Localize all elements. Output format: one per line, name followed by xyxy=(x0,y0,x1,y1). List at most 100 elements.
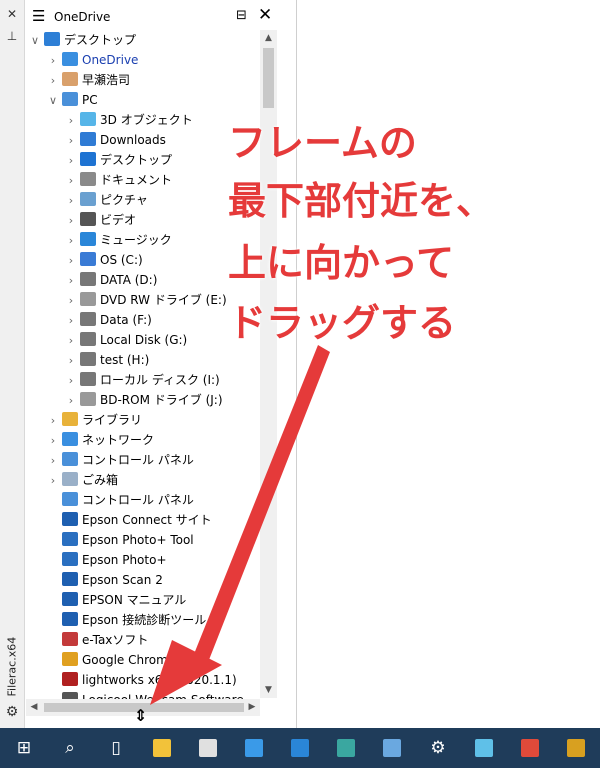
taskbar: ⊞ ⌕ ▯ ⚙ xyxy=(0,728,600,768)
search-button[interactable]: ⌕ xyxy=(54,732,86,764)
pin-icon[interactable]: ⊥ xyxy=(4,28,20,44)
tree-item[interactable]: › test (H:) xyxy=(64,350,149,370)
chrome-app[interactable] xyxy=(514,732,546,764)
chevron-right-icon[interactable]: › xyxy=(64,211,78,231)
tree-item[interactable]: › コントロール パネル xyxy=(46,450,194,470)
tree-item[interactable]: Epson 接続診断ツール xyxy=(46,610,206,630)
edge-app[interactable] xyxy=(330,732,362,764)
tree-item[interactable]: EPSON マニュアル xyxy=(46,590,186,610)
chevron-right-icon[interactable]: › xyxy=(64,151,78,171)
scroll-right-icon[interactable]: ▶ xyxy=(244,699,260,716)
chevron-right-icon[interactable]: › xyxy=(64,191,78,211)
tree-item-icon xyxy=(62,632,78,646)
tree-item[interactable]: › 早瀬浩司 xyxy=(46,70,130,90)
tree-item[interactable]: › ピクチャ xyxy=(64,190,148,210)
chevron-right-icon[interactable]: › xyxy=(46,71,60,91)
tree-item[interactable]: › デスクトップ xyxy=(64,150,172,170)
tree-item[interactable]: › BD-ROM ドライブ (J:) xyxy=(64,390,223,410)
tree-item[interactable]: Epson Connect サイト xyxy=(46,510,212,530)
pane-header: ☰ OneDrive ⊟ ✕ xyxy=(26,4,296,28)
chevron-right-icon[interactable]: › xyxy=(64,111,78,131)
chevron-right-icon[interactable]: › xyxy=(64,311,78,331)
tree-item[interactable]: Epson Photo+ xyxy=(46,550,167,570)
chevron-down-icon[interactable]: ∨ xyxy=(28,31,42,51)
tree-item[interactable]: › ネットワーク xyxy=(46,430,154,450)
chevron-right-icon[interactable]: › xyxy=(64,271,78,291)
tree-item-label: test (H:) xyxy=(100,353,150,367)
chevron-right-icon[interactable]: › xyxy=(46,471,60,491)
resize-vertical-icon[interactable]: ⇕ xyxy=(134,708,147,724)
store-app[interactable] xyxy=(192,732,224,764)
tree-item[interactable]: › ライブラリ xyxy=(46,410,142,430)
tree-item-icon xyxy=(80,292,96,306)
settings-app[interactable]: ⚙ xyxy=(422,732,454,764)
mail-app[interactable] xyxy=(284,732,316,764)
chevron-right-icon[interactable]: › xyxy=(64,171,78,191)
chevron-right-icon[interactable]: › xyxy=(64,291,78,311)
scroll-left-icon[interactable]: ◀ xyxy=(26,699,42,716)
chevron-right-icon[interactable]: › xyxy=(46,51,60,71)
tree-item[interactable]: › ごみ箱 xyxy=(46,470,118,490)
tree-item[interactable]: › ドキュメント xyxy=(64,170,172,190)
game-app[interactable] xyxy=(560,732,592,764)
tree-item-icon xyxy=(80,132,96,146)
tree-item[interactable]: ∨ PC xyxy=(46,90,98,110)
chevron-right-icon[interactable]: › xyxy=(64,251,78,271)
folder-tree: ∨ デスクトップ › OneDrive › 早瀬浩司 ∨ PC › 3D オブジェクト › Downl… xyxy=(26,30,260,700)
gear-icon[interactable]: ⚙ xyxy=(4,704,20,720)
chevron-right-icon[interactable]: › xyxy=(64,231,78,251)
chevron-right-icon[interactable]: › xyxy=(46,411,60,431)
recycle-app[interactable] xyxy=(468,732,500,764)
tree-item[interactable]: › OS (C:) xyxy=(64,250,143,270)
tree-item[interactable]: コントロール パネル xyxy=(46,490,194,510)
tree-item-icon xyxy=(80,392,96,406)
tree-item-label: Epson 接続診断ツール xyxy=(82,613,207,627)
tree-item[interactable]: › DVD RW ドライブ (E:) xyxy=(64,290,227,310)
tree-item[interactable]: › Local Disk (G:) xyxy=(64,330,187,350)
chevron-right-icon[interactable]: › xyxy=(46,431,60,451)
control-app[interactable] xyxy=(376,732,408,764)
chevron-right-icon[interactable]: › xyxy=(64,131,78,151)
tree-item[interactable]: › Downloads xyxy=(64,130,166,150)
chevron-down-icon[interactable]: ∨ xyxy=(46,91,60,111)
tree-item[interactable]: › ミュージック xyxy=(64,230,172,250)
side-toolbar: ✕ ⊥ Filerac.x64 ⚙ xyxy=(0,0,25,728)
game-app-icon xyxy=(567,739,585,757)
hamburger-icon[interactable]: ☰ xyxy=(32,8,45,24)
tree-item-icon xyxy=(62,452,78,466)
tree-item[interactable]: Epson Scan 2 xyxy=(46,570,163,590)
file-explorer-app[interactable] xyxy=(146,732,178,764)
tree-item[interactable]: › Data (F:) xyxy=(64,310,152,330)
scroll-thumb[interactable] xyxy=(263,48,274,108)
phone-app[interactable] xyxy=(238,732,270,764)
tree-item[interactable]: Google Chrome xyxy=(46,650,175,670)
tree-item[interactable]: › ローカル ディスク (I:) xyxy=(64,370,220,390)
scroll-down-icon[interactable]: ▼ xyxy=(260,682,277,698)
tree-item[interactable]: › ビデオ xyxy=(64,210,136,230)
start-button[interactable]: ⊞ xyxy=(8,732,40,764)
tree-item-label: Google Chrome xyxy=(82,653,176,667)
chevron-right-icon[interactable]: › xyxy=(64,351,78,371)
scroll-up-icon[interactable]: ▲ xyxy=(260,30,277,46)
tree-item-icon xyxy=(62,532,78,546)
chevron-right-icon[interactable]: › xyxy=(64,391,78,411)
chevron-right-icon[interactable]: › xyxy=(46,451,60,471)
tree-item-label: ドキュメント xyxy=(100,173,173,187)
tree-item[interactable]: › DATA (D:) xyxy=(64,270,157,290)
tree-item-label: ごみ箱 xyxy=(82,473,119,487)
tree-item[interactable]: ∨ デスクトップ xyxy=(28,30,136,50)
tree-item[interactable]: › OneDrive xyxy=(46,50,138,70)
tree-item[interactable]: e-Taxソフト xyxy=(46,630,148,650)
tree-item[interactable]: lightworks x64 (2020.1.1) xyxy=(46,670,237,690)
chevron-right-icon[interactable]: › xyxy=(64,331,78,351)
task-view-button[interactable]: ▯ xyxy=(100,732,132,764)
tree-item-label: コントロール パネル xyxy=(82,493,194,507)
tree-item-icon xyxy=(62,472,78,486)
close-icon[interactable]: ✕ xyxy=(258,6,272,24)
tree-item[interactable]: › 3D オブジェクト xyxy=(64,110,193,130)
close-icon[interactable]: ✕ xyxy=(4,6,20,22)
tree-item[interactable]: Epson Photo+ Tool xyxy=(46,530,194,550)
chevron-right-icon[interactable]: › xyxy=(64,371,78,391)
maximize-icon[interactable]: ⊟ xyxy=(236,9,247,23)
tree-item-label: EPSON マニュアル xyxy=(82,593,187,607)
